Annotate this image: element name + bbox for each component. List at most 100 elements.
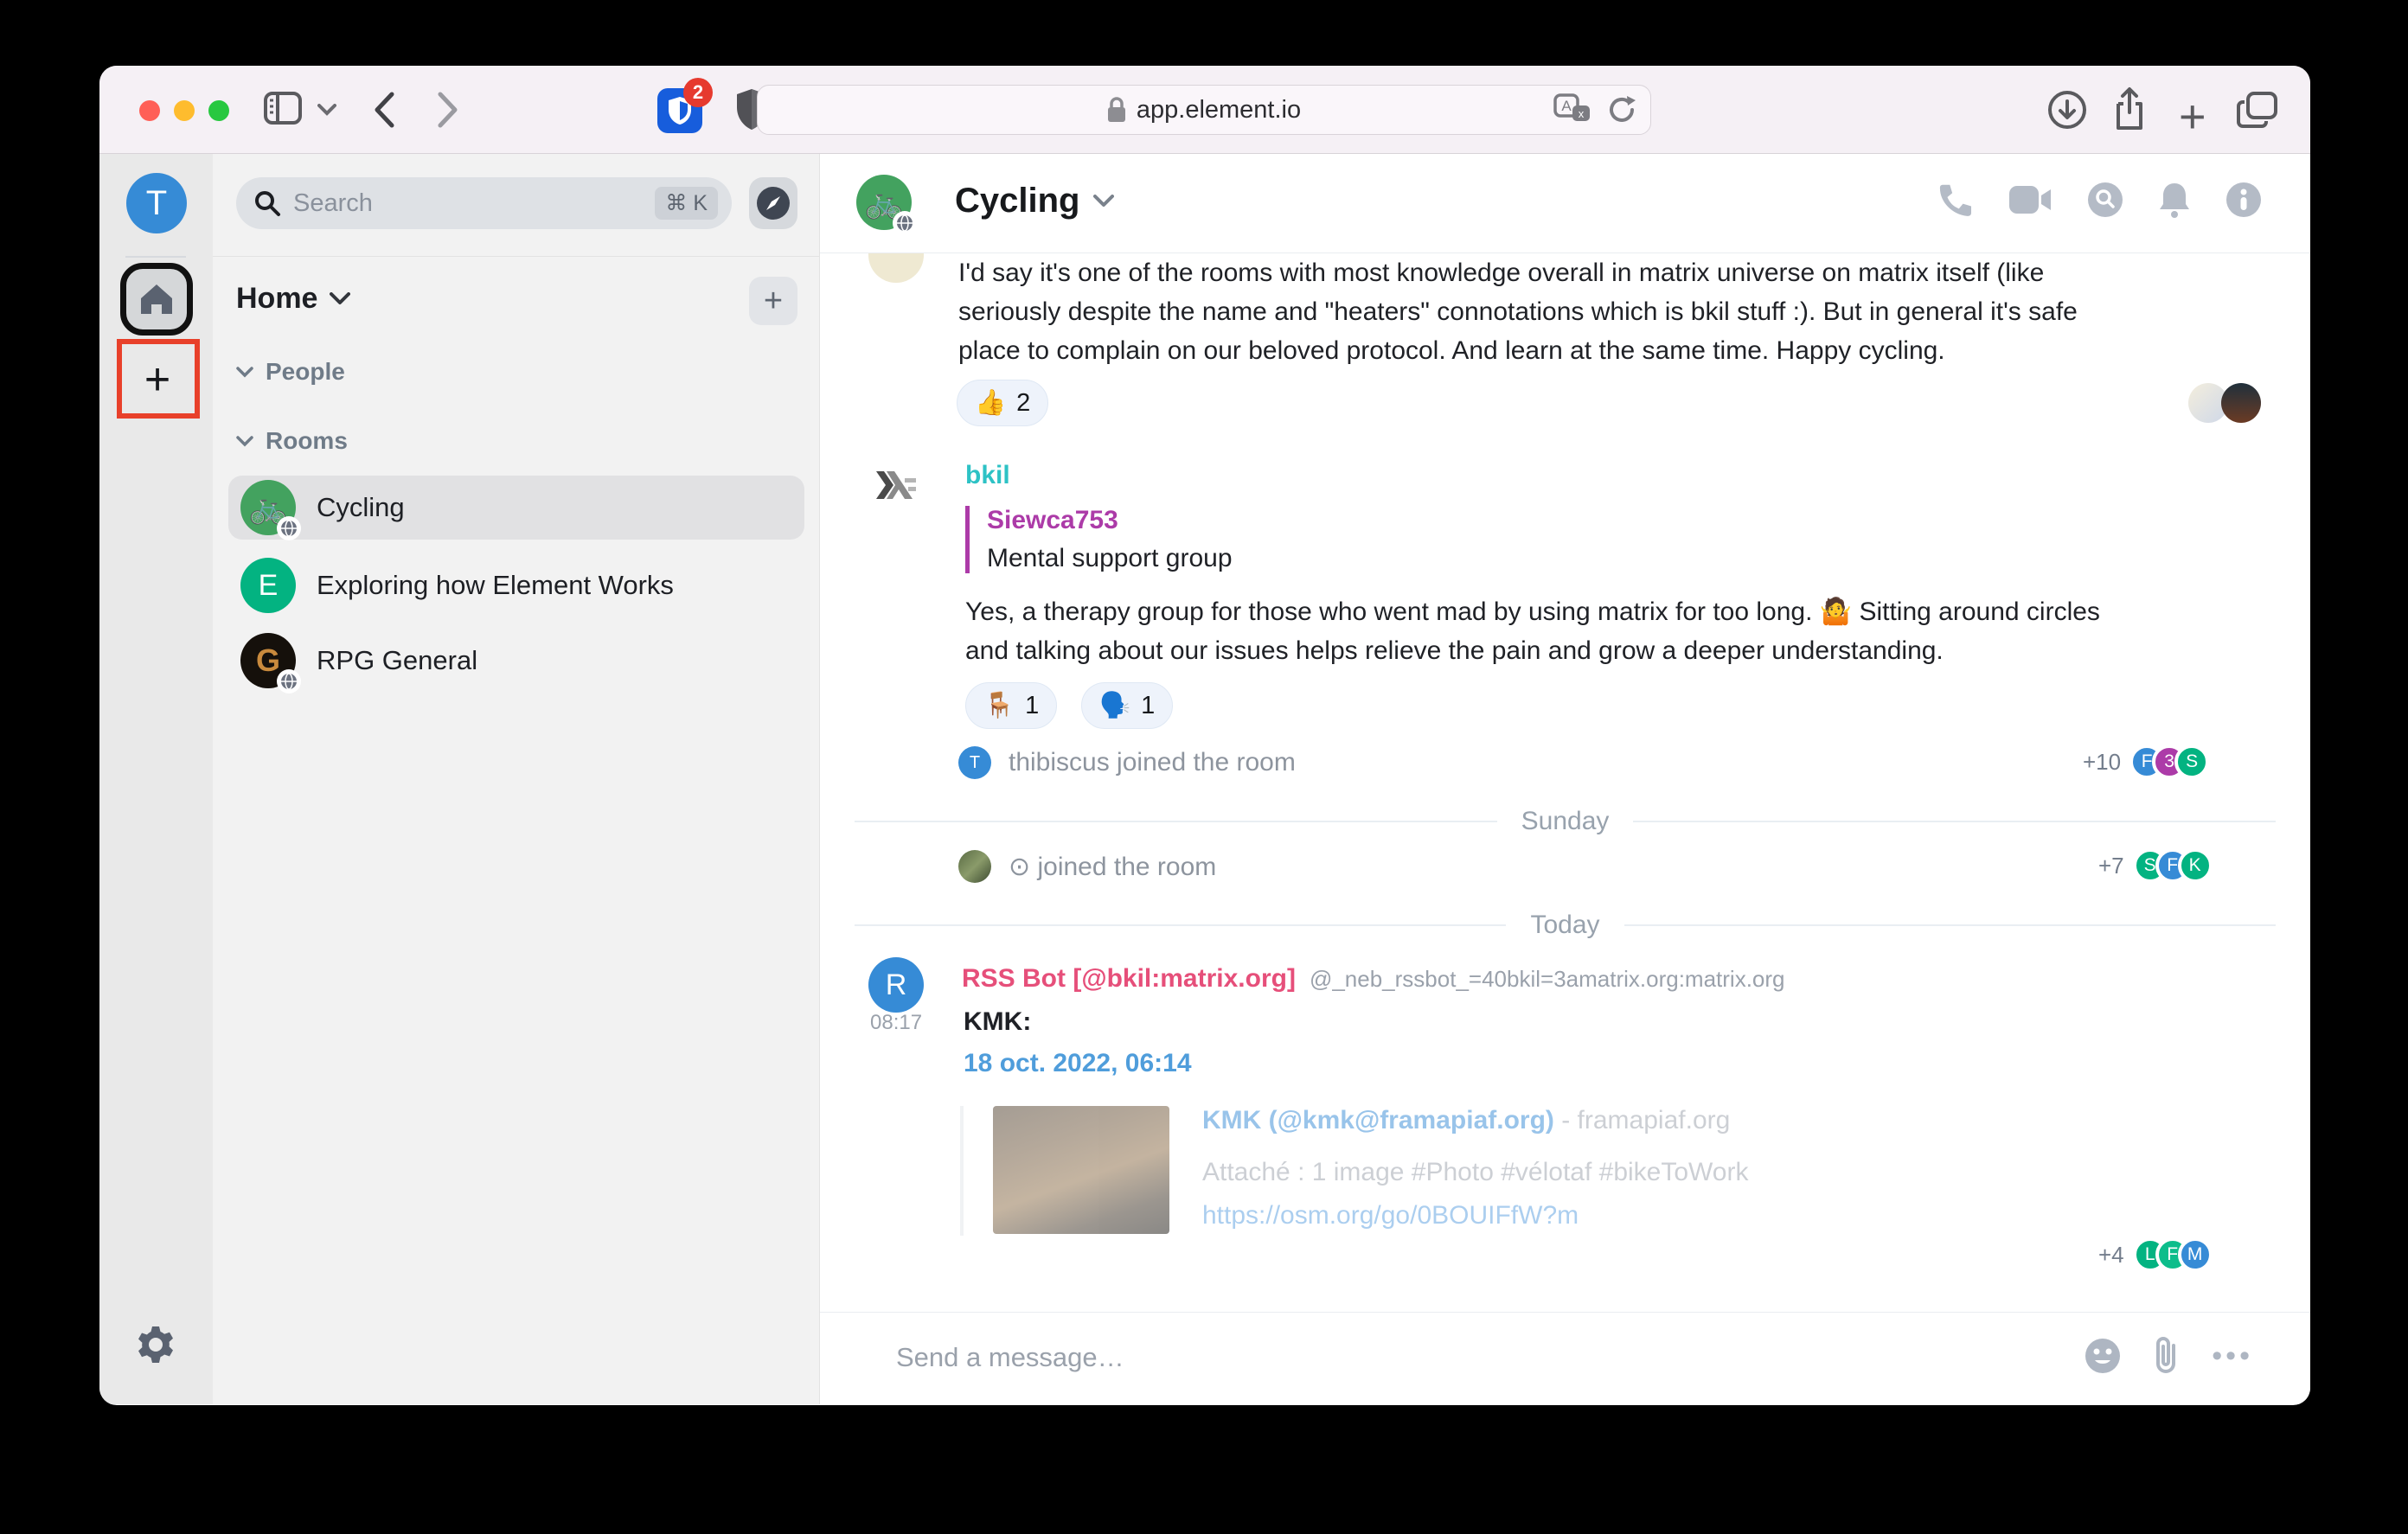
sidebar-chevron-icon[interactable] — [317, 104, 336, 116]
space-header[interactable]: Home — [236, 282, 350, 316]
chat-pane: 🚲 Cycling I'd say it's one of the ro — [820, 154, 2310, 1404]
event-summary-avatars[interactable]: +10 F 3 S — [2083, 745, 2209, 779]
back-button-icon[interactable] — [373, 92, 395, 128]
annotation-highlight-box — [117, 339, 200, 419]
date-divider: Sunday — [855, 807, 2276, 836]
reaction-emoji: 🪑 — [983, 691, 1015, 720]
message-composer[interactable]: Send a message… ••• — [820, 1312, 2310, 1404]
message-avatar[interactable]: R — [868, 957, 924, 1013]
read-receipt-avatar[interactable] — [2221, 383, 2261, 423]
preview-title-link[interactable]: KMK (@kmk@framapiaf.org) — [1202, 1106, 1554, 1135]
overflow-count: +4 — [2098, 1242, 2124, 1269]
overflow-count: +10 — [2083, 749, 2121, 776]
minimize-window-button[interactable] — [174, 100, 195, 121]
date-divider-label: Sunday — [1521, 807, 1610, 836]
sender-name[interactable]: RSS Bot [@bkil:matrix.org] — [962, 964, 1296, 994]
preview-url-link[interactable]: https://osm.org/go/0BOUIFfW?m — [1202, 1201, 1748, 1230]
rooms-section-header[interactable]: Rooms — [236, 427, 348, 455]
voice-call-icon[interactable] — [1938, 182, 1975, 218]
quoted-message[interactable]: Siewca753 Mental support group — [965, 506, 1233, 573]
list-divider — [213, 256, 819, 257]
message-avatar[interactable] — [868, 253, 924, 283]
address-bar[interactable]: app.element.io Ax — [757, 85, 1651, 135]
room-header-avatar[interactable]: 🚲 — [856, 175, 912, 230]
home-icon — [138, 282, 175, 316]
bitwarden-extension-icon[interactable]: 2 — [657, 88, 702, 133]
member-avatar[interactable] — [958, 850, 991, 883]
reaction-pill[interactable]: 👍 2 — [957, 380, 1048, 426]
url-text: app.element.io — [1137, 96, 1301, 125]
compass-icon — [754, 184, 792, 222]
add-room-button[interactable]: + — [749, 277, 797, 325]
room-list-panel: Search ⌘ K Home + People + Rooms + — [213, 154, 820, 1404]
room-item-rpg[interactable]: G RPG General — [228, 629, 804, 693]
summary-avatar: K — [2178, 848, 2213, 883]
quote-sender-name: Siewca753 — [987, 506, 1233, 535]
share-icon[interactable] — [2111, 86, 2148, 131]
reload-icon[interactable] — [1607, 94, 1636, 125]
room-header: 🚲 Cycling — [820, 154, 2310, 253]
reaction-emoji: 👍 — [975, 388, 1006, 418]
sender-name[interactable]: bkil — [965, 461, 1010, 490]
translate-icon[interactable]: Ax — [1553, 93, 1591, 126]
settings-gear-icon[interactable] — [136, 1325, 176, 1365]
emoji-picker-icon[interactable] — [2084, 1337, 2122, 1375]
chevron-down-icon — [236, 436, 253, 447]
membership-event: T thibiscus joined the room — [958, 746, 1296, 779]
room-title[interactable]: Cycling — [955, 182, 1114, 221]
close-window-button[interactable] — [139, 100, 160, 121]
room-search-icon[interactable] — [2087, 182, 2123, 218]
message-body: I'd say it's one of the rooms with most … — [958, 253, 2122, 370]
forward-button-icon[interactable] — [437, 92, 459, 128]
tab-overview-icon[interactable] — [2236, 90, 2279, 130]
search-placeholder: Search — [293, 189, 655, 218]
room-item-exploring[interactable]: E Exploring how Element Works — [228, 553, 804, 617]
room-item-cycling[interactable]: 🚲 Cycling — [228, 476, 804, 540]
chevron-down-icon — [1093, 195, 1114, 208]
message-timeline[interactable]: I'd say it's one of the rooms with most … — [820, 253, 2310, 1312]
read-receipt-avatars[interactable]: +4 L F M — [2098, 1237, 2213, 1272]
search-input[interactable]: Search ⌘ K — [236, 177, 732, 229]
message-avatar-haskell[interactable] — [868, 457, 924, 513]
space-rail: T + — [99, 154, 213, 1404]
sidebar-toggle-icon[interactable] — [264, 92, 302, 125]
reaction-emoji: 🗣️ — [1099, 691, 1130, 720]
bitwarden-badge: 2 — [683, 78, 713, 107]
preview-thumbnail-image[interactable] — [993, 1106, 1169, 1234]
rooms-section-label: Rooms — [266, 427, 348, 455]
attachment-paperclip-icon[interactable] — [2151, 1337, 2182, 1375]
reaction-count: 1 — [1141, 692, 1155, 720]
message-timestamp: 08:17 — [870, 1011, 922, 1035]
chevron-down-icon — [330, 292, 350, 305]
search-icon — [253, 189, 281, 217]
search-shortcut-badge: ⌘ K — [655, 187, 718, 220]
event-summary-avatars[interactable]: +7 S F K — [2098, 848, 2213, 883]
quote-text: Mental support group — [987, 544, 1233, 573]
message-date-link[interactable]: 18 oct. 2022, 06:14 — [964, 1049, 1192, 1078]
downloads-icon[interactable] — [2047, 90, 2087, 130]
new-tab-icon[interactable]: + — [2179, 90, 2206, 144]
user-avatar[interactable]: T — [126, 173, 187, 233]
message-body: KMK: — [964, 1007, 1031, 1037]
room-name: RPG General — [317, 645, 477, 676]
people-section-header[interactable]: People — [236, 358, 345, 386]
member-avatar[interactable]: T — [958, 746, 991, 779]
home-space-button[interactable] — [120, 263, 193, 336]
composer-placeholder: Send a message… — [896, 1342, 1124, 1373]
reaction-pill[interactable]: 🗣️ 1 — [1081, 682, 1173, 729]
more-options-icon[interactable]: ••• — [2212, 1339, 2253, 1373]
room-avatar-cycling: 🚲 — [240, 480, 296, 535]
room-avatar-rpg: G — [240, 633, 296, 688]
reaction-count: 2 — [1016, 389, 1030, 418]
url-preview-card[interactable]: KMK (@kmk@framapiaf.org) - framapiaf.org… — [960, 1106, 2128, 1236]
date-divider-label: Today — [1530, 911, 1599, 940]
room-info-icon[interactable] — [2225, 182, 2262, 218]
reaction-pill[interactable]: 🪑 1 — [965, 682, 1057, 729]
video-call-icon[interactable] — [2009, 184, 2053, 215]
room-name: Cycling — [317, 492, 405, 523]
notifications-bell-icon[interactable] — [2158, 182, 2191, 218]
explore-rooms-button[interactable] — [749, 177, 797, 229]
people-section-label: People — [266, 358, 345, 386]
overflow-count: +7 — [2098, 853, 2124, 879]
zoom-window-button[interactable] — [208, 100, 229, 121]
